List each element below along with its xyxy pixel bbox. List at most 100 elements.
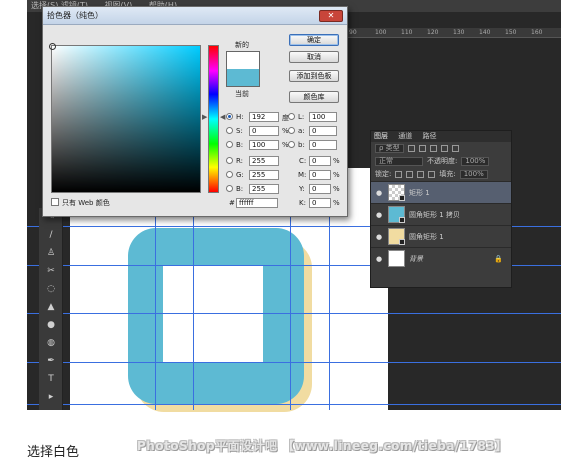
h-label: H:	[236, 113, 244, 121]
dodge-tool-icon[interactable]: ●	[39, 316, 63, 334]
layer-row[interactable]: ● 圆角矩形 1 拷贝	[371, 203, 511, 225]
g-field[interactable]: 255	[249, 170, 279, 180]
eye-icon[interactable]: ●	[374, 189, 384, 197]
caption-text: 选择白色	[27, 445, 80, 460]
layer-thumbnail	[388, 206, 405, 223]
l-label: L:	[298, 113, 305, 121]
lab-b-radio[interactable]	[288, 141, 295, 148]
tools-panel: ✎ / ♙ ✂ ◌ ▲ ● ◍ ✒ T ▸	[39, 208, 63, 410]
g-label: G:	[236, 171, 244, 179]
blue-field[interactable]: 255	[249, 184, 279, 194]
ok-button[interactable]: 确定	[289, 34, 339, 46]
lab-b-field[interactable]: 0	[309, 140, 337, 150]
lab-b-label: b:	[298, 141, 305, 149]
ruler-tick: 120	[427, 29, 439, 36]
add-to-swatches-button[interactable]: 添加到色板	[289, 70, 339, 82]
guide-line	[27, 404, 561, 405]
hue-slider[interactable]	[208, 45, 219, 193]
sponge-tool-icon[interactable]: ◍	[39, 334, 63, 352]
filter-type-icon[interactable]	[429, 145, 437, 152]
opacity-field[interactable]: 100%	[461, 157, 490, 166]
m-field[interactable]: 0	[309, 170, 331, 180]
filter-pixel-icon[interactable]	[407, 145, 415, 152]
r-field[interactable]: 255	[249, 156, 279, 166]
eye-icon[interactable]: ●	[374, 233, 384, 241]
stamp-tool-icon[interactable]: ♙	[39, 244, 63, 262]
blur-tool-icon[interactable]: ▲	[39, 298, 63, 316]
layer-filter-row: ρ 类型	[371, 142, 511, 155]
g-radio[interactable]	[226, 171, 233, 178]
blue-radio[interactable]	[226, 185, 233, 192]
ruler-tick: 160	[531, 29, 543, 36]
saturation-brightness-field[interactable]	[49, 43, 201, 193]
filter-adjust-icon[interactable]	[418, 145, 426, 152]
tab-paths[interactable]: 路径	[422, 132, 436, 140]
tab-layers[interactable]: 图层	[374, 132, 388, 140]
close-button[interactable]: ✕	[319, 10, 343, 22]
blend-mode-select[interactable]: 正常	[375, 157, 423, 166]
screenshot-root: 选择(S) 滤镜(T) 视图(V) 帮助(H) 9010011012013014…	[0, 0, 561, 464]
layer-row[interactable]: ● 背景 🔒	[371, 247, 511, 269]
color-libraries-button[interactable]: 颜色库	[289, 91, 339, 103]
r-radio[interactable]	[226, 157, 233, 164]
guide-line	[27, 313, 561, 314]
type-tool-icon[interactable]: T	[39, 370, 63, 388]
pencil-tool-icon[interactable]: /	[39, 226, 63, 244]
layer-filter-select[interactable]: ρ 类型	[375, 144, 404, 153]
history-brush-icon[interactable]: ✂	[39, 262, 63, 280]
a-field[interactable]: 0	[309, 126, 337, 136]
hex-field[interactable]: ffffff	[236, 198, 278, 208]
filter-smart-icon[interactable]	[451, 145, 459, 152]
shape-badge-icon	[399, 195, 405, 201]
fill-field[interactable]: 100%	[459, 170, 488, 179]
l-field[interactable]: 100	[309, 112, 337, 122]
y-unit: %	[333, 185, 340, 193]
new-color-swatch	[226, 51, 260, 69]
s-radio[interactable]	[226, 127, 233, 134]
layer-name: 圆角矩形 1	[409, 232, 444, 241]
lock-pixels-icon[interactable]	[406, 171, 414, 178]
lock-label: 锁定:	[375, 170, 392, 178]
b-radio[interactable]	[226, 141, 233, 148]
a-radio[interactable]	[288, 127, 295, 134]
fill-label: 填充:	[439, 170, 456, 178]
layer-name: 圆角矩形 1 拷贝	[409, 210, 460, 219]
eraser-tool-icon[interactable]: ◌	[39, 280, 63, 298]
shape-badge-icon	[399, 239, 405, 245]
lock-transparent-icon[interactable]	[395, 171, 403, 178]
new-color-label: 新的	[235, 41, 249, 49]
filter-shape-icon[interactable]	[440, 145, 448, 152]
white-rectangle-shape[interactable]	[163, 265, 263, 363]
l-radio[interactable]	[288, 113, 295, 120]
tab-channels[interactable]: 通道	[398, 132, 412, 140]
k-field[interactable]: 0	[309, 198, 331, 208]
blend-row: 正常 不透明度: 100%	[371, 155, 511, 168]
b-field[interactable]: 100	[249, 140, 279, 150]
path-select-tool-icon[interactable]: ▸	[39, 388, 63, 406]
layer-row[interactable]: ● 圆角矩形 1	[371, 225, 511, 247]
web-colors-only-checkbox[interactable]	[51, 198, 59, 206]
s-field[interactable]: 0	[249, 126, 279, 136]
h-radio[interactable]	[226, 113, 233, 120]
c-field[interactable]: 0	[309, 156, 331, 166]
hue-slider-right-arrow-icon[interactable]: ◀	[220, 113, 225, 121]
y-field[interactable]: 0	[309, 184, 331, 194]
hue-slider-left-arrow-icon[interactable]: ▶	[202, 113, 207, 121]
m-label: M:	[298, 171, 307, 179]
pen-tool-icon[interactable]: ✒	[39, 352, 63, 370]
lock-all-icon[interactable]	[428, 171, 436, 178]
eye-icon[interactable]: ●	[374, 255, 384, 263]
dialog-titlebar[interactable]: 拾色器（纯色） ✕	[43, 7, 347, 25]
layer-thumbnail	[388, 250, 405, 267]
shape-badge-icon	[399, 217, 405, 223]
h-field[interactable]: 192	[249, 112, 279, 122]
b-label: B:	[236, 141, 244, 149]
layer-thumbnail	[388, 228, 405, 245]
eye-icon[interactable]: ●	[374, 211, 384, 219]
color-picker-marker[interactable]	[49, 43, 56, 50]
lock-position-icon[interactable]	[417, 171, 425, 178]
current-color-swatch[interactable]	[226, 69, 260, 87]
layer-row[interactable]: ● 矩形 1	[371, 181, 511, 203]
web-colors-only-label: 只有 Web 颜色	[62, 199, 110, 207]
cancel-button[interactable]: 取消	[289, 51, 339, 63]
